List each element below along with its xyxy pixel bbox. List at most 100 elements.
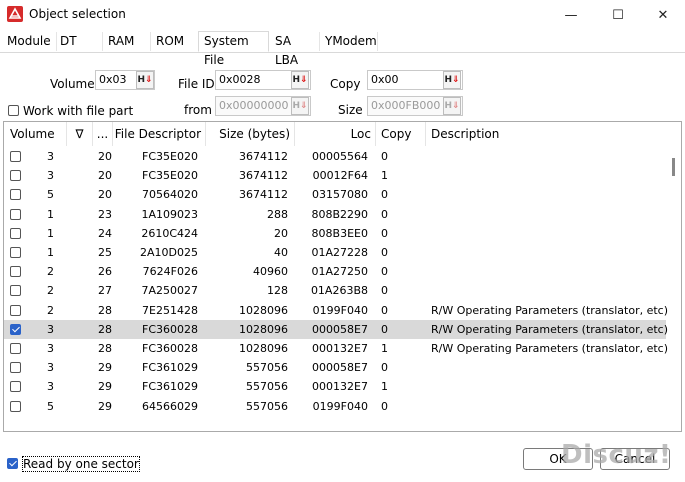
- row-checkbox[interactable]: [10, 323, 21, 335]
- cell-size: 3674112: [239, 150, 288, 163]
- copy-hex-button[interactable]: H⇓: [443, 71, 461, 89]
- table-row[interactable]: 3 29 FC361029 557056 000132E7 1: [4, 377, 666, 396]
- table-row[interactable]: 5 29 64566029 557056 0199F040 0: [4, 397, 666, 416]
- down-arrow-icon: ⇓: [452, 101, 460, 111]
- down-arrow-icon: ⇓: [145, 75, 153, 85]
- table-row[interactable]: 5 20 70564020 3674112 03157080 0: [4, 185, 666, 204]
- cell-size: 1028096: [239, 322, 288, 336]
- cell-copy: 0: [381, 188, 388, 202]
- cell-description: [431, 358, 666, 377]
- from-hex-button[interactable]: H⇓: [291, 97, 309, 115]
- cell-copy: 1: [381, 380, 388, 394]
- tab-rom[interactable]: ROM: [151, 32, 199, 51]
- row-checkbox[interactable]: [10, 151, 21, 162]
- column-header-copy[interactable]: Copy: [376, 122, 426, 146]
- cell-id: 29: [98, 399, 112, 413]
- column-header-description[interactable]: Description: [426, 122, 681, 146]
- column-header-sort-icon[interactable]: ∇: [67, 122, 93, 146]
- cell-volume: 3: [47, 169, 54, 183]
- cell-copy: 0: [381, 226, 388, 240]
- cell-copy: 0: [381, 207, 388, 221]
- cell-id: 24: [98, 226, 112, 240]
- hex-icon: H: [292, 75, 300, 85]
- row-checkbox[interactable]: [10, 381, 21, 393]
- row-checkbox[interactable]: [10, 266, 21, 278]
- column-header-volume[interactable]: Volume: [4, 122, 67, 146]
- column-header-file-descriptor[interactable]: File Descriptor: [113, 122, 206, 146]
- cell-description: [431, 243, 666, 262]
- cell-description: R/W Operating Parameters (translator, et…: [431, 322, 669, 336]
- tab-module[interactable]: Module: [2, 32, 57, 51]
- column-header-loc[interactable]: Loc: [295, 122, 376, 146]
- cell-loc: 808B3EE0: [311, 226, 368, 240]
- table-row[interactable]: 3 20 FC35E020 3674112 00012F64 1: [4, 166, 666, 185]
- tab-ram[interactable]: RAM: [103, 32, 151, 51]
- size-hex-button[interactable]: H⇓: [443, 97, 461, 115]
- row-checkbox[interactable]: [10, 304, 21, 316]
- maximize-button[interactable]: ☐: [595, 0, 641, 30]
- row-checkbox[interactable]: [10, 227, 21, 239]
- minimize-button[interactable]: —: [548, 0, 594, 30]
- cell-size: 557056: [246, 380, 288, 394]
- cell-file-descriptor: FC35E020: [142, 169, 198, 183]
- watermark-logo: Discuz!: [561, 440, 672, 470]
- cell-loc: 00012F64: [312, 169, 368, 183]
- hex-icon: H: [292, 101, 300, 111]
- tab-ymodem[interactable]: YModem: [320, 32, 378, 51]
- table-row[interactable]: 1 24 2610C424 20 808B3EE0 0: [4, 224, 666, 243]
- cell-size: 288: [267, 207, 288, 221]
- down-arrow-icon: ⇓: [300, 101, 308, 111]
- read-by-one-sector-label[interactable]: Read by one sector: [22, 456, 140, 472]
- work-with-file-part-checkbox[interactable]: [8, 105, 19, 116]
- cell-file-descriptor: 7624F026: [142, 265, 198, 279]
- table-row[interactable]: 3 29 FC361029 557056 000058E7 0: [4, 358, 666, 377]
- tab-dt[interactable]: DT: [55, 32, 103, 51]
- row-checkbox[interactable]: [10, 247, 21, 258]
- tab-system-file[interactable]: System File: [198, 31, 269, 67]
- cell-description: [431, 281, 666, 300]
- row-checkbox[interactable]: [10, 343, 21, 354]
- cell-copy: 0: [381, 303, 388, 317]
- table-row[interactable]: 2 26 7624F026 40960 01A27250 0: [4, 262, 666, 281]
- tab-sa-lba[interactable]: SA LBA: [270, 32, 320, 67]
- table-row[interactable]: 2 28 7E251428 1028096 0199F040 0 R/W Operating…: [4, 301, 668, 320]
- row-checkbox[interactable]: [10, 362, 21, 374]
- volume-hex-button[interactable]: H⇓: [136, 71, 154, 89]
- from-label: from: [184, 103, 212, 117]
- cell-id: 26: [98, 265, 112, 279]
- cell-volume: 2: [47, 303, 54, 317]
- cell-file-descriptor: 70564020: [142, 188, 198, 202]
- row-checkbox[interactable]: [10, 208, 21, 220]
- cell-copy: 0: [381, 322, 388, 336]
- cell-file-descriptor: 2A10D025: [140, 246, 198, 259]
- cell-file-descriptor: FC35E020: [142, 150, 198, 163]
- table-row[interactable]: 3 20 FC35E020 3674112 00005564 0: [4, 147, 666, 166]
- cell-description: [431, 147, 666, 166]
- app-logo-icon: [7, 6, 23, 22]
- row-checkbox[interactable]: [10, 285, 21, 297]
- table-row[interactable]: 1 23 1A109023 288 808B2290 0: [4, 205, 666, 224]
- table-row[interactable]: 1 25 2A10D025 40 01A27228 0: [4, 243, 666, 262]
- column-header-size[interactable]: Size (bytes): [206, 122, 295, 146]
- cell-size: 557056: [246, 361, 288, 375]
- work-with-file-part-label[interactable]: Work with file part: [23, 104, 133, 118]
- fileid-hex-button[interactable]: H⇓: [291, 71, 309, 89]
- cell-copy: 0: [381, 265, 388, 279]
- table-row[interactable]: 3 28 FC360028 1028096 000132E7 1 R/W Operating…: [4, 339, 668, 358]
- close-button[interactable]: ✕: [640, 0, 685, 30]
- cell-size: 40: [274, 246, 288, 259]
- row-checkbox[interactable]: [10, 400, 21, 412]
- cell-copy: 1: [381, 342, 388, 355]
- size-label: Size: [338, 103, 363, 117]
- row-checkbox[interactable]: [10, 170, 21, 182]
- table-row[interactable]: 2 27 7A250027 128 01A263B8 0: [4, 281, 666, 300]
- down-arrow-icon: ⇓: [300, 75, 308, 85]
- row-checkbox[interactable]: [10, 189, 21, 201]
- column-header-id[interactable]: ...: [93, 122, 113, 146]
- read-by-one-sector-checkbox[interactable]: [7, 458, 18, 469]
- vertical-scrollbar[interactable]: [672, 158, 675, 176]
- cell-loc: 000132E7: [312, 380, 368, 394]
- object-list[interactable]: Volume ∇ ... File Descriptor Size (bytes…: [3, 121, 682, 432]
- cell-id: 20: [98, 169, 112, 183]
- table-row[interactable]: 3 28 FC360028 1028096 000058E7 0 R/W Operating…: [4, 319, 669, 339]
